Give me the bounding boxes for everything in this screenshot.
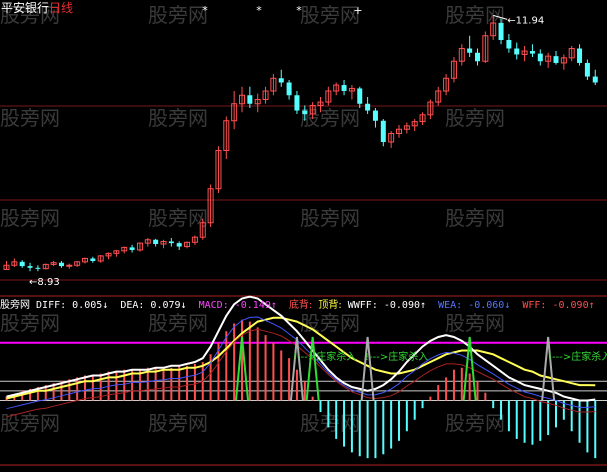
wwff-readout: WWFF: -0.090↑ — [347, 300, 427, 311]
stock-chart: 股旁网 股旁网 股旁网 股旁网股旁网 股旁网 股旁网 股旁网股旁网 股旁网 股旁网 股旁网股旁网股… — [0, 3, 607, 466]
candle-body — [58, 262, 64, 267]
candle-body — [294, 95, 300, 111]
candle-body — [247, 95, 253, 104]
watermark-15: 股旁网 — [445, 311, 505, 335]
watermark-6: 股旁网 — [300, 106, 360, 130]
top-divergence-label: 顶背: — [318, 300, 342, 311]
stock-name: 平安银行 — [1, 1, 50, 15]
period-label: 日线 — [49, 1, 74, 15]
bottom-divergence-label: 底背: — [288, 300, 313, 311]
candle-body — [19, 261, 25, 267]
watermark-10: 股旁网 — [300, 206, 360, 230]
candle-body — [286, 82, 292, 96]
candle-body — [90, 258, 96, 261]
candle-body — [514, 48, 520, 55]
watermark-17: 股旁网 — [148, 411, 208, 435]
signal-label-2: !--->庄家杀入 — [365, 352, 429, 363]
watermark-4: 股旁网 — [0, 106, 60, 130]
candle-body — [592, 76, 598, 83]
candle-body — [35, 267, 41, 269]
watermark-11: 股旁网 — [445, 206, 505, 230]
macd-readout: MACD: -0.149↑ — [198, 300, 277, 311]
event-marker-1: * — [256, 4, 262, 17]
watermark-13: 股旁网 — [148, 311, 208, 335]
candle-body — [66, 264, 73, 267]
high-price-label: ←11.94 — [507, 15, 544, 26]
event-marker-0: * — [202, 4, 208, 17]
wff-readout: WFF: -0.090↑ — [522, 300, 595, 311]
watermark-19: 股旁网 — [445, 411, 505, 435]
event-marker-2: * — [296, 4, 302, 17]
candle-body — [584, 62, 590, 77]
signal-label-1: !--->庄家杀入 — [293, 352, 357, 363]
candle-body — [278, 78, 284, 83]
candle-body — [129, 247, 135, 250]
candle-body — [506, 40, 512, 49]
watermark-5: 股旁网 — [148, 106, 208, 130]
event-marker-3: + — [353, 4, 362, 17]
chart-title: 平安银行日线 — [1, 0, 73, 16]
candle-body — [357, 88, 363, 104]
watermark-1: 股旁网 — [148, 3, 208, 27]
candle-body — [529, 51, 535, 54]
watermark-12: 股旁网 — [0, 311, 60, 335]
wea-readout: WEA: -0.060↓ — [438, 300, 511, 311]
candle-body — [365, 103, 371, 111]
dea-readout: DEA: 0.079↓ — [120, 300, 187, 311]
low-price-label: ←8.93 — [29, 277, 60, 288]
watermark-layer: 股旁网 股旁网 股旁网 股旁网股旁网 股旁网 股旁网 股旁网股旁网 股旁网 股旁网 股旁网股旁网股… — [0, 3, 505, 435]
watermark-14: 股旁网 — [300, 311, 360, 335]
indicator-readout: 股旁网 DIFF: 0.005↓, DEA: 0.079↓, MACD: -0.… — [0, 300, 595, 311]
candle-body — [537, 53, 543, 62]
watermark-16: 股旁网 — [0, 411, 60, 435]
candle-body — [553, 56, 559, 63]
candle-body — [498, 23, 504, 40]
candle-body — [302, 110, 308, 114]
indicator-name: 股旁网 — [0, 300, 30, 311]
chart-window: 股旁网 股旁网 股旁网 股旁网 股旁网 股旁网 股旁网 股旁网 股旁网 股旁网 股旁网 股旁网 股旁网股… — [0, 0, 607, 472]
watermark-8: 股旁网 — [0, 206, 60, 230]
candle-body — [475, 52, 480, 62]
watermark-7: 股旁网 — [445, 106, 505, 130]
diff-readout: DIFF: 0.005↓ — [36, 300, 109, 311]
candle-body — [341, 85, 347, 91]
candle-body — [380, 120, 386, 142]
signal-label-3: !--->庄家杀入 — [548, 352, 607, 363]
watermark-2: 股旁网 — [300, 3, 360, 27]
candle-body — [467, 48, 473, 53]
candle-body — [27, 266, 33, 268]
candlestick-layer[interactable]: ←11.94 ←8.93 * * * + — [3, 4, 598, 288]
candle-body — [168, 241, 174, 244]
candle-body — [153, 239, 159, 244]
candle-body — [577, 48, 583, 63]
candle-body — [176, 243, 182, 247]
candle-body — [372, 110, 378, 121]
watermark-9: 股旁网 — [148, 206, 208, 230]
